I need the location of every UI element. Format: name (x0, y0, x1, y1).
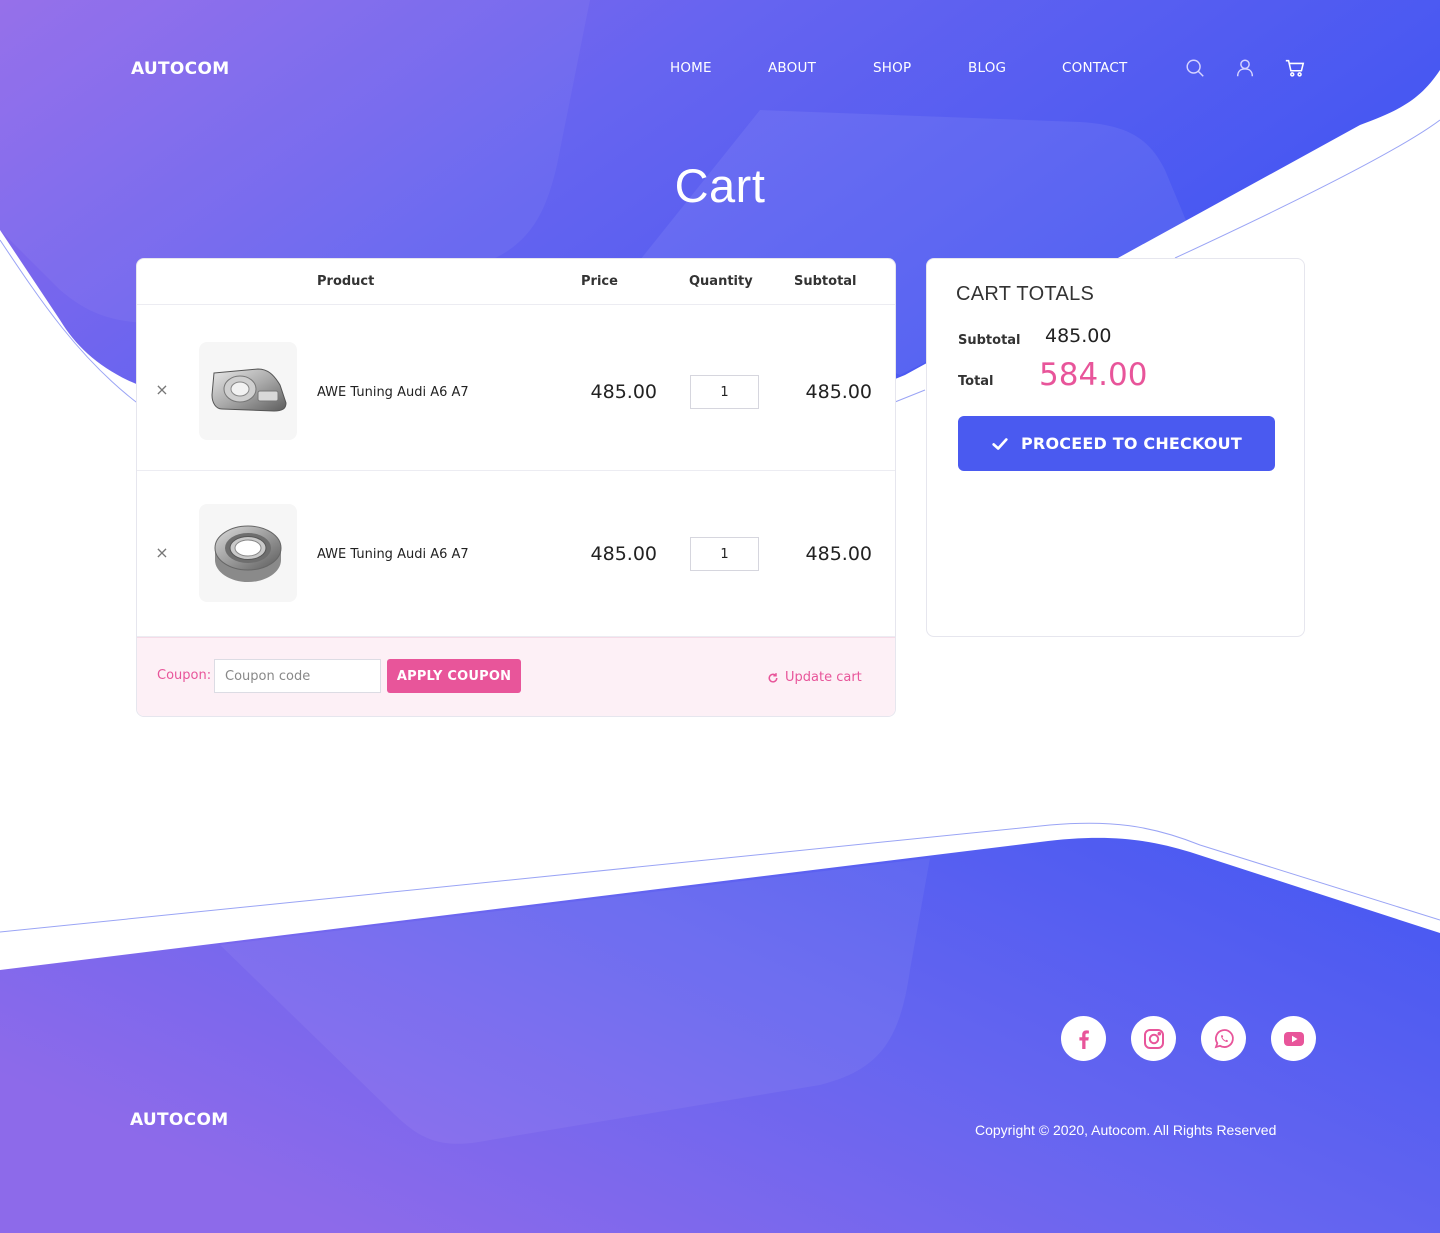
youtube-icon[interactable] (1271, 1016, 1316, 1061)
checkmark-icon (992, 437, 1008, 450)
product-name[interactable]: AWE Tuning Audi A6 A7 (317, 385, 469, 400)
cart-row: × AWE Tuning Audi A6 A7 485.00 485.00 (137, 305, 895, 471)
update-cart-button[interactable]: Update cart (767, 670, 862, 685)
column-header-price: Price (581, 274, 618, 289)
nav-about[interactable]: ABOUT (768, 60, 816, 76)
column-header-subtotal: Subtotal (794, 274, 857, 289)
user-icon[interactable] (1234, 57, 1256, 79)
quantity-input[interactable] (690, 375, 759, 409)
refresh-icon (768, 672, 778, 683)
update-cart-label: Update cart (785, 670, 862, 685)
nav-blog[interactable]: BLOG (968, 60, 1006, 76)
cart-totals-card: CART TOTALS Subtotal 485.00 Total 584.00… (926, 258, 1305, 637)
cart-row: × AWE Tuning Audi A6 A7 485.00 485.00 (137, 471, 895, 637)
cart-table: Product Price Quantity Subtotal × AWE Tu… (136, 258, 896, 717)
checkout-label: PROCEED TO CHECKOUT (1021, 434, 1242, 453)
instagram-icon[interactable] (1131, 1016, 1176, 1061)
headlight-image (199, 342, 297, 440)
apply-coupon-button[interactable]: APPLY COUPON (387, 659, 521, 693)
wheel-bearing-image (199, 504, 297, 602)
product-subtotal: 485.00 (805, 543, 872, 565)
page-title: Cart (674, 159, 766, 212)
nav-shop[interactable]: SHOP (873, 60, 911, 76)
facebook-icon[interactable] (1061, 1016, 1106, 1061)
coupon-code-input[interactable] (214, 659, 381, 693)
copyright-text: Copyright © 2020, Autocom. All Rights Re… (975, 1122, 1277, 1138)
subtotal-value: 485.00 (1045, 325, 1112, 347)
nav-home[interactable]: HOME (670, 60, 712, 76)
proceed-to-checkout-button[interactable]: PROCEED TO CHECKOUT (958, 416, 1275, 471)
quantity-input[interactable] (690, 537, 759, 571)
product-subtotal: 485.00 (805, 381, 872, 403)
total-label: Total (958, 374, 994, 389)
product-name[interactable]: AWE Tuning Audi A6 A7 (317, 547, 469, 562)
search-icon[interactable] (1184, 57, 1206, 79)
cart-table-header: Product Price Quantity Subtotal (137, 259, 895, 305)
subtotal-label: Subtotal (958, 333, 1021, 348)
remove-item-icon[interactable]: × (155, 545, 169, 561)
coupon-bar: Coupon: APPLY COUPON Update cart (137, 637, 895, 716)
cart-totals-title: CART TOTALS (956, 283, 1095, 305)
column-header-quantity: Quantity (689, 274, 753, 289)
column-header-product: Product (317, 274, 375, 289)
product-price: 485.00 (590, 381, 657, 403)
whatsapp-icon[interactable] (1201, 1016, 1246, 1061)
total-value: 584.00 (1039, 357, 1148, 393)
product-price: 485.00 (590, 543, 657, 565)
nav-contact[interactable]: CONTACT (1062, 60, 1127, 76)
remove-item-icon[interactable]: × (155, 382, 169, 398)
coupon-label: Coupon: (157, 668, 212, 683)
cart-icon[interactable] (1284, 57, 1306, 79)
footer-brand-logo[interactable]: AUTOCOM (130, 1110, 228, 1130)
brand-logo[interactable]: AUTOCOM (131, 59, 229, 79)
